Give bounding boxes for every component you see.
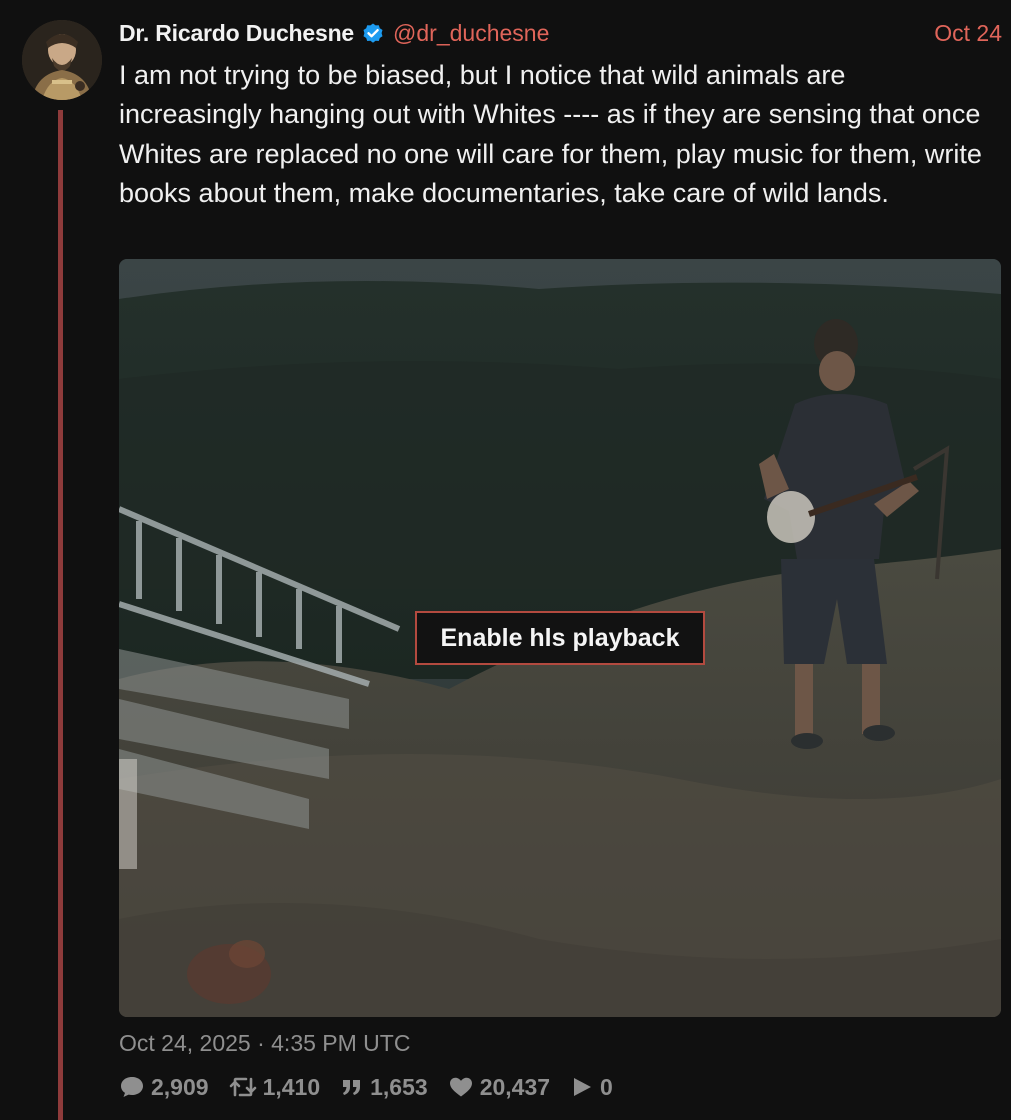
tweet-text: I am not trying to be biased, but I noti… [119,60,982,209]
like-count: 20,437 [479,1073,551,1100]
tweet-timestamp[interactable]: Oct 24, 2025 · 4:35 PM UTC [119,1030,410,1057]
retweet-count: 1,410 [262,1073,321,1100]
comment-icon [121,1077,143,1097]
views-count: 0 [600,1073,613,1100]
retweet-stat[interactable]: 1,410 [229,1073,321,1101]
tweet-header: Dr. Ricardo Duchesne @dr_duchesne Oct 24 [119,18,1004,48]
display-name[interactable]: Dr. Ricardo Duchesne [119,20,354,47]
quote-stat[interactable]: 1,653 [340,1074,428,1101]
play-icon [574,1078,592,1096]
views-stat[interactable]: 0 [570,1074,613,1101]
avatar[interactable] [22,20,102,100]
retweet-icon [229,1077,256,1097]
thread-line [58,110,63,1120]
user-handle[interactable]: @dr_duchesne [393,20,549,47]
reply-stat[interactable]: 2,909 [119,1074,209,1101]
verified-badge-icon [361,21,385,45]
avatar-image [22,20,102,100]
reply-count: 2,909 [151,1073,209,1100]
enable-hls-playback-button[interactable]: Enable hls playback [415,611,705,665]
like-stat[interactable]: 20,437 [448,1074,550,1101]
tweet-card: Dr. Ricardo Duchesne @dr_duchesne Oct 24… [0,0,1011,1120]
tweet-stats: 2,909 1,410 1,653 20,437 0 [119,1070,633,1104]
heart-icon [449,1077,472,1097]
quote-count: 1,653 [370,1073,428,1100]
tweet-date[interactable]: Oct 24 [934,20,1004,47]
quote-icon [343,1080,361,1095]
